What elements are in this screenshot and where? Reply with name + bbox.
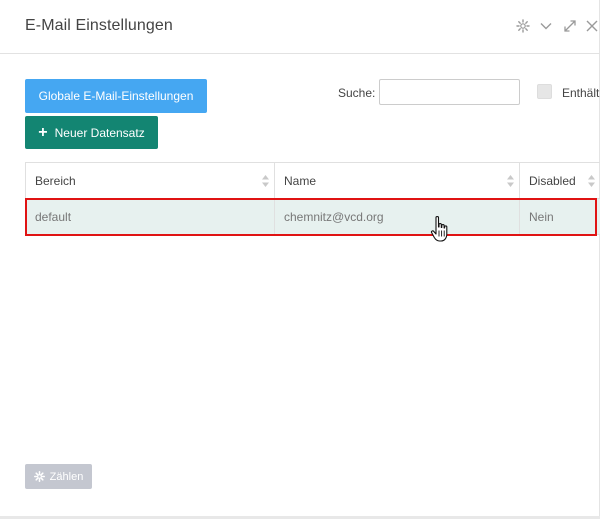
hand-cursor-icon	[430, 215, 448, 242]
contains-label: Enthält	[562, 86, 600, 100]
new-record-button[interactable]: + Neuer Datensatz	[25, 116, 158, 149]
table-header-row: Bereich Name Disabled	[25, 163, 600, 199]
global-email-settings-button[interactable]: Globale E-Mail-Einstellungen	[25, 79, 207, 113]
contains-checkbox[interactable]	[537, 84, 552, 99]
email-settings-panel: E-Mail Einstellungen Globale E-Mail-Eins…	[0, 0, 600, 517]
cell-bereich: default	[25, 199, 274, 234]
column-header-bereich[interactable]: Bereich	[25, 163, 274, 198]
panel-header: E-Mail Einstellungen	[0, 0, 600, 54]
count-button[interactable]: Zählen	[25, 464, 92, 489]
sort-icon	[507, 175, 514, 187]
gear-icon[interactable]	[516, 19, 532, 35]
chevron-down-icon[interactable]	[539, 19, 555, 35]
sort-icon	[262, 175, 269, 187]
column-header-label: Name	[284, 173, 317, 188]
column-header-name[interactable]: Name	[274, 163, 519, 198]
count-label: Zählen	[49, 470, 84, 483]
sort-icon	[588, 175, 595, 187]
table-row[interactable]: default chemnitz@vcd.org Nein	[25, 199, 600, 235]
cell-disabled: Nein	[519, 199, 600, 234]
search-input[interactable]	[379, 79, 520, 105]
plus-icon: +	[38, 123, 48, 141]
global-email-settings-label: Globale E-Mail-Einstellungen	[38, 89, 194, 103]
column-header-disabled[interactable]: Disabled	[519, 163, 600, 198]
search-label: Suche:	[338, 86, 376, 100]
expand-icon[interactable]	[563, 19, 579, 35]
column-header-label: Bereich	[35, 173, 76, 188]
page-title: E-Mail Einstellungen	[25, 17, 173, 34]
cell-name: chemnitz@vcd.org	[274, 199, 519, 234]
close-icon[interactable]	[585, 19, 600, 35]
email-settings-table: Bereich Name Disabled default chemnitz@v	[25, 162, 600, 235]
gear-icon	[33, 471, 45, 482]
new-record-label: Neuer Datensatz	[54, 125, 145, 140]
column-header-label: Disabled	[529, 173, 576, 188]
